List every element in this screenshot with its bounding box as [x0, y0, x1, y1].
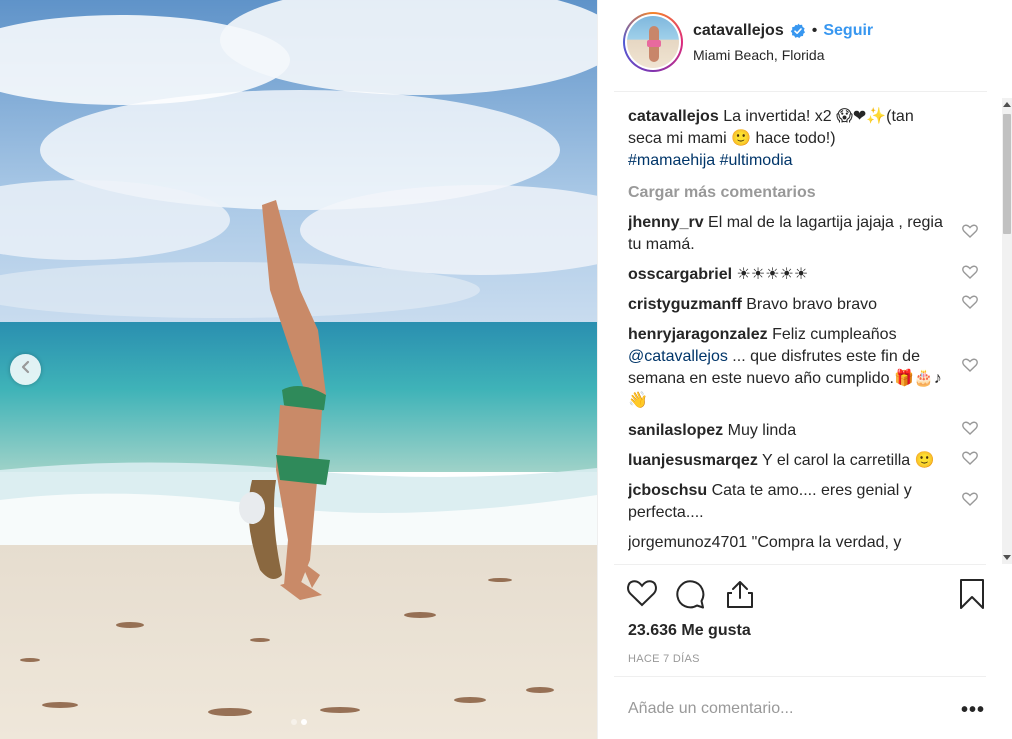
heart-icon[interactable] [962, 357, 978, 379]
caption: catavallejos La invertida! x2 😱❤✨(tan se… [628, 106, 988, 172]
heart-icon[interactable] [962, 450, 978, 472]
divider [614, 564, 986, 565]
comment-text: Y el carol la carretilla 🙂 [761, 452, 935, 469]
scroll-up-arrow-icon[interactable] [1002, 98, 1012, 110]
bookmark-icon[interactable] [958, 578, 986, 615]
author-username[interactable]: catavallejos [693, 22, 784, 40]
avatar[interactable] [623, 12, 683, 72]
comment-item-partial: jorgemunoz4701 "Compra la verdad, y [628, 534, 902, 551]
comment-item: osscargabriel ☀☀☀☀☀ [628, 264, 988, 286]
comment-text: Feliz cumpleaños [772, 326, 897, 343]
share-icon[interactable] [724, 578, 756, 615]
post-timestamp[interactable]: HACE 7 DÍAS [628, 653, 700, 665]
comment-item: cristyguzmanff Bravo bravo bravo [628, 294, 988, 316]
comment-username[interactable]: henryjaragonzalez [628, 326, 768, 343]
beach-handstand-photo [0, 0, 597, 739]
heart-icon[interactable] [962, 223, 978, 245]
comment-username[interactable]: jhenny_rv [628, 214, 704, 231]
chevron-left-icon [20, 360, 32, 379]
likes-count[interactable]: 23.636 Me gusta [628, 622, 751, 640]
scroll-down-arrow-icon[interactable] [1002, 552, 1012, 564]
comment-text: ☀☀☀☀☀ [736, 266, 809, 283]
post-actions [626, 578, 996, 612]
divider [614, 91, 987, 92]
heart-icon[interactable] [962, 491, 978, 513]
scrollbar-thumb[interactable] [1003, 114, 1011, 234]
post-author-row: catavallejos • Seguir [693, 22, 873, 40]
comment-username[interactable]: osscargabriel [628, 266, 732, 283]
comment-item: sanilaslopez Muy linda [628, 420, 988, 442]
comment-username[interactable]: cristyguzmanff [628, 296, 742, 313]
comment-item: henryjaragonzalez Feliz cumpleaños @cata… [628, 324, 988, 412]
hashtag-link[interactable]: #mamaehija [628, 152, 715, 169]
heart-icon[interactable] [962, 294, 978, 316]
heart-icon[interactable] [962, 420, 978, 442]
comment-username[interactable]: luanjesusmarqez [628, 452, 758, 469]
heart-icon[interactable] [626, 578, 658, 613]
verified-badge-icon [790, 23, 806, 39]
comment-text: Bravo bravo bravo [746, 296, 877, 313]
comment-item: jcboschsu Cata te amo.... eres genial y … [628, 480, 988, 524]
carousel-indicator [0, 719, 597, 725]
divider [614, 676, 986, 677]
post-photo[interactable] [0, 0, 597, 739]
post-side-panel: catavallejos • Seguir Miami Beach, Flori… [597, 0, 1012, 739]
comment-item: jhenny_rv El mal de la lagartija jajaja … [628, 212, 988, 256]
post-header: catavallejos • Seguir Miami Beach, Flori… [598, 0, 1012, 92]
heart-icon[interactable] [962, 264, 978, 286]
carousel-dot [290, 719, 297, 725]
comment-username[interactable]: jcboschsu [628, 482, 707, 499]
more-options-button[interactable]: ••• [961, 700, 985, 720]
caption-username[interactable]: catavallejos [628, 108, 719, 125]
comments-list[interactable]: catavallejos La invertida! x2 😱❤✨(tan se… [628, 106, 988, 566]
add-comment-input[interactable] [628, 700, 928, 718]
comment-icon[interactable] [674, 578, 706, 615]
post-location[interactable]: Miami Beach, Florida [693, 47, 825, 63]
follow-button[interactable]: Seguir [823, 22, 873, 40]
carousel-dot-active [300, 719, 307, 725]
comments-scrollbar[interactable] [1002, 98, 1012, 564]
comment-text: Muy linda [727, 422, 797, 439]
hashtag-link[interactable]: #ultimodia [720, 152, 793, 169]
comment-username[interactable]: sanilaslopez [628, 422, 723, 439]
load-more-comments-button[interactable]: Cargar más comentarios [628, 182, 988, 204]
comment-item: luanjesusmarqez Y el carol la carretilla… [628, 450, 988, 472]
separator-dot: • [811, 22, 818, 39]
carousel-prev-button[interactable] [10, 354, 41, 385]
mention-link[interactable]: @catavallejos [628, 348, 728, 365]
